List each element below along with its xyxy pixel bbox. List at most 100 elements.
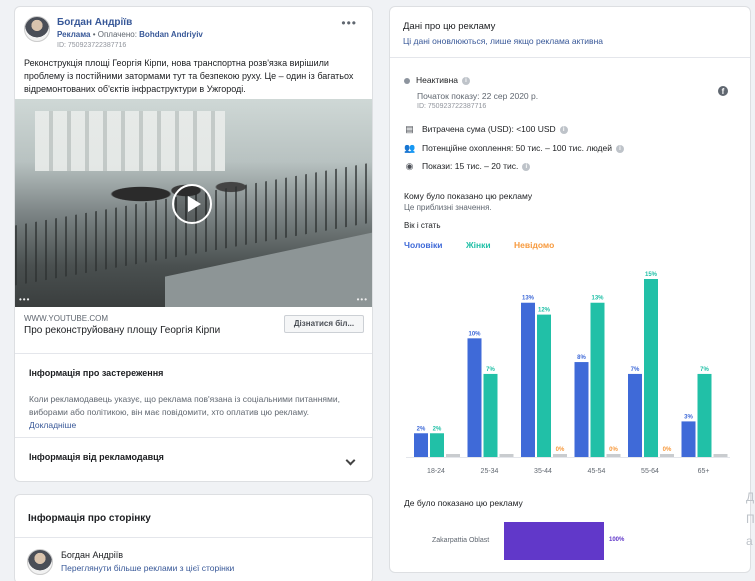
- chevron-down-icon[interactable]: [345, 455, 356, 466]
- ad-page-name[interactable]: Богдан Андріїв: [57, 17, 132, 28]
- age-gender-label: Вік і стать: [404, 221, 441, 230]
- ad-header: Богдан Андріїв Реклама • Оплачено: Bohda…: [24, 16, 363, 56]
- page-avatar[interactable]: [24, 16, 50, 42]
- advertiser-info-title[interactable]: Інформація від рекламодавця: [29, 452, 164, 462]
- chart-bar: [446, 454, 460, 457]
- chart-bar: [697, 373, 712, 457]
- edge-text: П: [746, 512, 755, 526]
- chart-data-label: 8%: [577, 355, 586, 361]
- legend-women[interactable]: Жінки: [466, 240, 491, 250]
- ad-data-card: Дані про цю рекламу Ці дані оновлюються,…: [389, 6, 751, 573]
- chart-bar: [467, 338, 482, 457]
- spend-label: Витрачена сума (USD):: [422, 124, 517, 134]
- paid-by-name: Bohdan Andriyiv: [139, 30, 203, 39]
- chart-data-label: 2%: [433, 426, 442, 432]
- chart-tick-label: 65+: [698, 468, 710, 475]
- spend-value: <100 USD: [516, 124, 556, 134]
- location-title: Де було показано цю рекламу: [404, 498, 523, 508]
- video-dots-icon: •••: [19, 295, 31, 304]
- link-domain: WWW.YOUTUBE.COM: [24, 314, 108, 323]
- chart-data-label: 7%: [631, 367, 640, 373]
- info-icon[interactable]: i: [615, 144, 624, 153]
- legend-unknown[interactable]: Невідомо: [514, 240, 554, 250]
- impressions-metric: ◉ Покази: 15 тис. – 20 тис. i: [404, 161, 531, 172]
- status-dot-icon: [404, 78, 410, 84]
- divider: [15, 537, 372, 538]
- money-icon: ▤: [405, 124, 414, 134]
- spend-metric: ▤ Витрачена сума (USD): <100 USD i: [404, 124, 568, 135]
- audience-title: Кому було показано цю рекламу: [404, 191, 533, 201]
- chart-bar: [606, 454, 621, 457]
- chart-bar: [521, 302, 535, 457]
- chart-data-label: 3%: [684, 414, 693, 420]
- info-icon[interactable]: i: [559, 125, 568, 134]
- info-icon[interactable]: i: [522, 162, 531, 171]
- region-bar: [504, 522, 604, 560]
- chart-bar: [414, 433, 428, 457]
- see-more-ads-link[interactable]: Переглянути більше реклами з цієї сторін…: [61, 563, 234, 573]
- divider: [15, 353, 372, 354]
- chart-data-label: 13%: [522, 296, 535, 302]
- video-dots-icon: •••: [356, 295, 368, 304]
- chart-tick-label: 35-44: [534, 468, 552, 475]
- play-icon[interactable]: [172, 184, 212, 224]
- paid-by-prefix: • Оплачено:: [90, 30, 140, 39]
- ad-sponsored-line: Реклама • Оплачено: Bohdan Andriyiv: [57, 30, 203, 39]
- disclaimer-title: Інформація про застереження: [29, 368, 164, 378]
- edge-text: Д: [746, 490, 755, 504]
- ad-id: ID: 750923722387716: [417, 103, 487, 110]
- impressions-value: 15 тис. – 20 тис.: [454, 161, 519, 171]
- chart-data-label: 2%: [417, 426, 426, 432]
- chart-bar: [644, 279, 658, 457]
- people-icon: 👥: [404, 143, 416, 153]
- audience-subtitle: Це приблизні значення.: [404, 203, 492, 212]
- page-info-title: Інформація про сторінку: [28, 513, 151, 524]
- chart-bar: [590, 302, 605, 457]
- chart-tick-label: 45-54: [588, 468, 606, 475]
- chart-bar: [553, 454, 567, 457]
- chart-data-label: 12%: [538, 308, 551, 314]
- chart-data-label: 13%: [591, 296, 604, 302]
- chart-bar: [483, 373, 498, 457]
- chart-tick-label: 55-64: [641, 468, 659, 475]
- more-options-icon[interactable]: •••: [341, 16, 357, 30]
- status-text: Неактивна: [416, 75, 458, 85]
- learn-more-link[interactable]: Докладніше: [29, 420, 76, 430]
- page-info-card: Інформація про сторінку Богдан Андріїв П…: [14, 494, 373, 581]
- chart-bar: [660, 454, 674, 457]
- chart-bar: [681, 421, 696, 457]
- page-info-name[interactable]: Богдан Андріїв: [61, 550, 123, 560]
- chart-bar: [537, 314, 551, 457]
- start-date: Початок показу: 22 сер 2020 р.: [417, 91, 539, 101]
- facebook-icon: f: [718, 86, 728, 96]
- learn-more-button[interactable]: Дізнатися біл...: [284, 315, 364, 333]
- chart-data-label: 7%: [700, 367, 709, 373]
- info-icon[interactable]: i: [462, 76, 470, 85]
- page-avatar[interactable]: [27, 549, 53, 575]
- link-title[interactable]: Про реконструйовану площу Георгія Кірпи: [24, 325, 220, 336]
- chart-data-label: 15%: [645, 272, 658, 278]
- reach-metric: 👥 Потенційне охоплення: 50 тис. – 100 тис…: [404, 143, 624, 154]
- reach-label: Потенційне охоплення:: [422, 143, 516, 153]
- disclaimer-text: Коли рекламодавець указує, що реклама по…: [29, 393, 354, 432]
- eye-icon: ◉: [405, 161, 414, 171]
- legend-men[interactable]: Чоловіки: [404, 240, 443, 250]
- divider: [390, 57, 750, 58]
- region-name: Zakarpattia Oblast: [432, 537, 490, 544]
- chart-data-label: 0%: [609, 447, 618, 453]
- ad-preview-card: Богдан Андріїв Реклама • Оплачено: Bohda…: [14, 6, 373, 482]
- chart-bar: [628, 373, 642, 457]
- divider: [15, 437, 372, 438]
- ad-data-title: Дані про цю рекламу: [403, 21, 496, 32]
- region-percent: 100%: [609, 537, 625, 543]
- chart-bar: [430, 433, 444, 457]
- chart-data-label: 0%: [663, 447, 672, 453]
- ad-body-text: Реконструкція площі Георгія Кірпи, нова …: [24, 58, 354, 94]
- chart-data-label: 10%: [468, 331, 481, 337]
- video-thumbnail[interactable]: ••• •••: [15, 99, 372, 307]
- ad-id: ID: 750923722387716: [57, 42, 127, 49]
- impressions-label: Покази:: [422, 161, 455, 171]
- chart-tick-label: 18-24: [427, 468, 445, 475]
- chart-tick-label: 25-34: [481, 468, 499, 475]
- chart-data-label: 0%: [556, 447, 565, 453]
